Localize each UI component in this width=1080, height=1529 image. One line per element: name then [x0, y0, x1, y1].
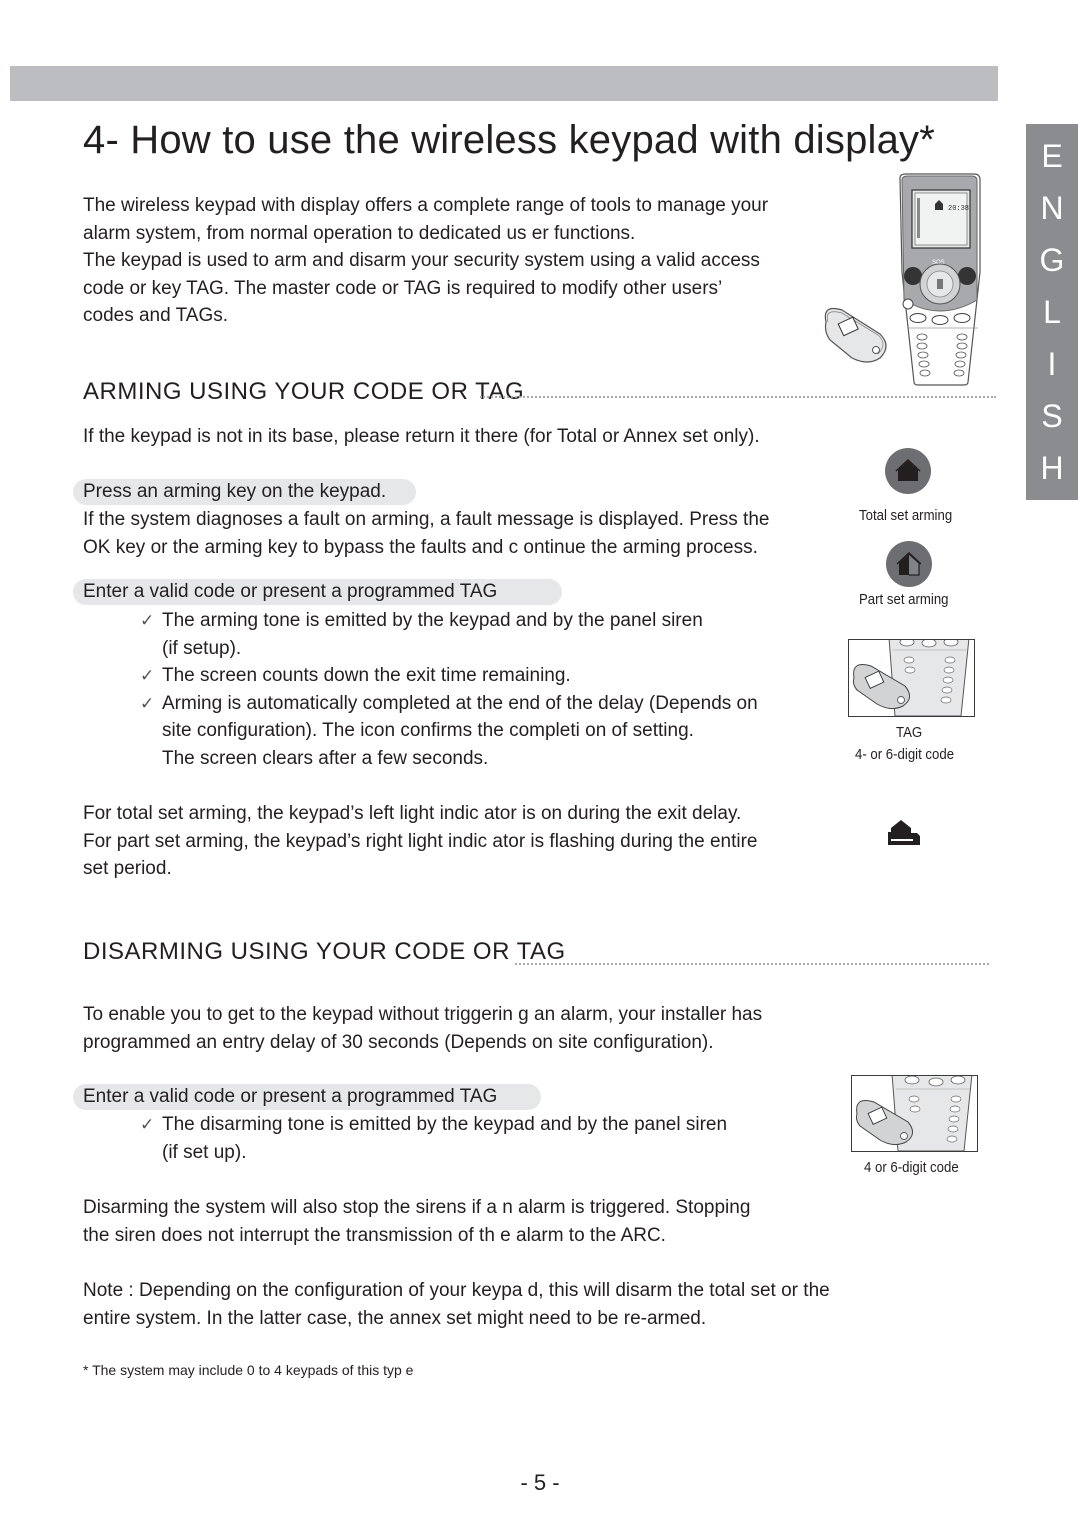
disarming-check-list: ✓ The disarming tone is emitted by the k…: [140, 1111, 727, 1166]
caption-code-arming: 4- or 6-digit code: [855, 746, 955, 763]
text-line: the siren does not interrupt the transmi…: [83, 1224, 666, 1246]
text-line: The wireless keypad with display offers …: [83, 195, 769, 216]
tag-near-keypad-icon: [855, 1076, 973, 1151]
text-line: For part set arming, the keypad’s right …: [83, 830, 758, 852]
language-tab-letter: N: [1040, 190, 1064, 226]
caption-part-set-arming: Part set arming: [859, 591, 949, 608]
page-number: - 5 -: [520, 1470, 560, 1495]
total-set-arming-key: [885, 448, 931, 494]
dotted-rule: [515, 963, 989, 965]
caption-tag: TAG: [896, 724, 923, 741]
note-paragraph: Note : Depending on the configuration of…: [83, 1277, 830, 1332]
keypad-device-icon: 20:38 SOS: [899, 173, 981, 386]
checkmark-icon: ✓: [140, 693, 155, 713]
language-tab-letter: L: [1043, 294, 1061, 330]
language-tab-letter: E: [1041, 138, 1063, 174]
total-arm-key-icon: [904, 267, 922, 285]
text-line: Disarming the system will also stop the …: [83, 1197, 751, 1218]
language-tab-english: E N G L I S H: [1026, 124, 1078, 500]
checkmark-icon: ✓: [140, 666, 155, 686]
base-note: If the keypad is not in its base, please…: [83, 426, 760, 447]
checkmark-icon: ✓: [140, 611, 155, 630]
keypad-screen-readout: 20:38: [948, 205, 969, 213]
section-heading-arming: ARMING USING YOUR CODE OR TAG: [83, 378, 525, 405]
text-line: To enable you to get to the keypad witho…: [83, 1004, 763, 1025]
text-line: The arming tone is emitted by the keypad…: [162, 610, 703, 631]
page-title: 4- How to use the wireless keypad with d…: [83, 118, 936, 162]
set-complete-house-icon: [888, 820, 920, 845]
text-line: codes and TAGs.: [83, 305, 229, 327]
step-pill-enter-code-disarming: Enter a valid code or present a programm…: [73, 1084, 541, 1110]
text-line: The disarming tone is emitted by the key…: [162, 1114, 728, 1135]
siren-paragraph: Disarming the system will also stop the …: [83, 1194, 750, 1249]
text-line: code or key TAG. The master code or TAG …: [83, 277, 723, 299]
text-line: The screen clears after a few seconds.: [162, 747, 489, 769]
check-item: ✓ The disarming tone is emitted by the k…: [140, 1111, 727, 1166]
text-line: (if set up).: [162, 1141, 247, 1163]
text-line: The keypad is used to arm and disarm you…: [83, 250, 760, 272]
text-line: entire system. In the latter case, the a…: [83, 1307, 707, 1329]
house-half-icon: [896, 551, 922, 576]
section-heading-disarming: DISARMING USING YOUR CODE OR TAG: [83, 938, 566, 965]
entry-delay-paragraph: To enable you to get to the keypad witho…: [83, 1001, 762, 1056]
text-line: Note : Depending on the configuration of…: [83, 1280, 830, 1301]
tag-and-keypad-figure-disarm: [851, 1075, 978, 1152]
indicator-paragraph: For total set arming, the keypad’s left …: [83, 800, 758, 883]
fault-paragraph: If the system diagnoses a fault on armin…: [83, 506, 769, 561]
step-pill-press-arming-key: Press an arming key on the keypad.: [73, 479, 416, 505]
part-arm-key-icon: [958, 267, 976, 285]
text-line: OK key or the arming key to bypass the f…: [83, 536, 758, 558]
text-line: If the system diagnoses a fault on armin…: [83, 509, 770, 530]
language-tab-letter: S: [1041, 398, 1063, 434]
tag-fob-icon: [824, 307, 887, 363]
language-tab-letter: I: [1047, 346, 1057, 382]
keypad-with-tag-illustration: 20:38 SOS: [824, 173, 981, 386]
caption-total-set-arming: Total set arming: [859, 507, 953, 524]
text-line: (if setup).: [162, 637, 242, 659]
text-line: For total set arming, the keypad’s left …: [83, 803, 742, 824]
check-item: ✓ Arming is automatically completed at t…: [140, 690, 758, 773]
header-band: [10, 66, 998, 101]
text-line: programmed an entry delay of 30 seconds …: [83, 1031, 714, 1053]
dotted-rule: [480, 396, 996, 398]
text-line: alarm system, from normal operation to d…: [83, 222, 636, 244]
check-item: ✓ The screen counts down the exit time r…: [140, 662, 758, 690]
caption-code-disarming: 4 or 6-digit code: [864, 1159, 959, 1176]
house-full-icon: [895, 458, 921, 481]
text-line: Arming is automatically completed at the…: [162, 692, 758, 714]
text-line: The screen counts down the exit time rem…: [162, 665, 571, 687]
text-line: site configuration). The icon confirms t…: [162, 720, 694, 742]
text-line: set period.: [83, 858, 172, 880]
tag-near-keypad-icon: [852, 640, 970, 716]
intro-paragraph: The wireless keypad with display offers …: [83, 192, 768, 330]
check-item: ✓ The arming tone is emitted by the keyp…: [140, 607, 758, 662]
arming-check-list: ✓ The arming tone is emitted by the keyp…: [140, 607, 758, 773]
part-set-arming-key: [886, 541, 932, 587]
step-pill-enter-code-arming: Enter a valid code or present a programm…: [73, 579, 562, 605]
footnote: * The system may include 0 to 4 keypads …: [83, 1362, 414, 1378]
tag-and-keypad-figure: [848, 639, 975, 717]
checkmark-icon: ✓: [140, 1115, 155, 1134]
language-tab-letter: H: [1040, 450, 1064, 486]
language-tab-letter: G: [1039, 242, 1065, 278]
